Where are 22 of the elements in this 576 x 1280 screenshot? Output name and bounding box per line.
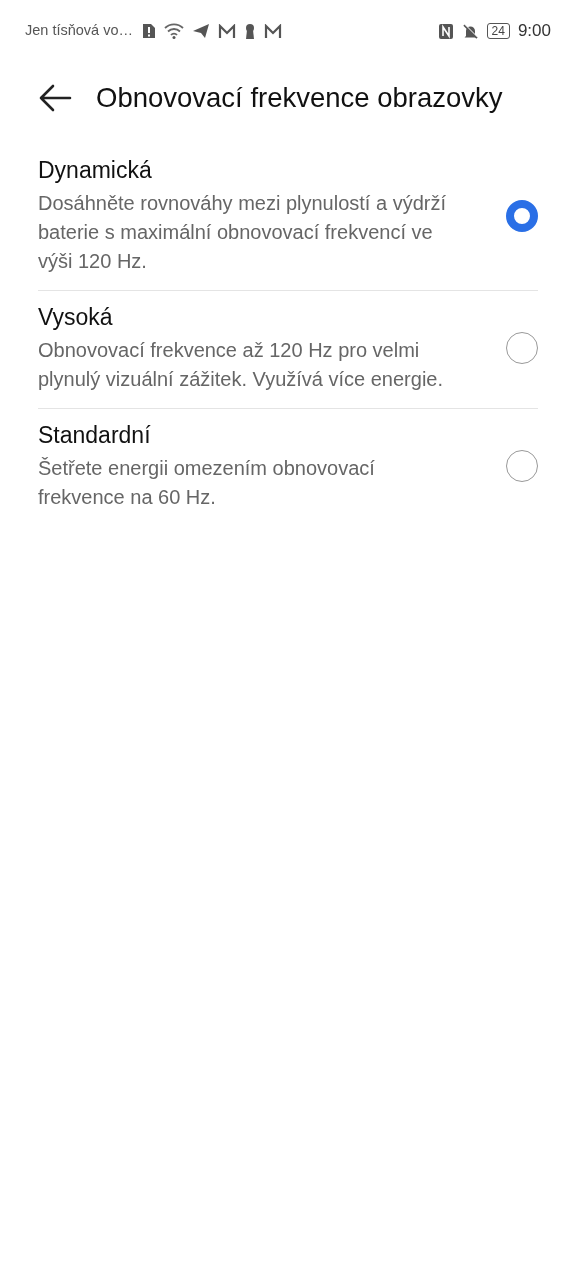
option-description: Obnovovací frekvence až 120 Hz pro velmi plynulý vizuální zážitek. Využívá více energie.	[38, 337, 444, 392]
radio-button[interactable]	[506, 450, 538, 483]
alert-icon	[141, 23, 156, 39]
option-title: Standardní	[38, 420, 152, 450]
keyhole-icon	[244, 23, 256, 39]
clock-time: 9:00	[517, 20, 551, 43]
option-description: Šetřete energii omezením obnovovací frekvence na 60 Hz.	[38, 455, 376, 510]
mail-icon	[264, 23, 282, 39]
carrier-text: Jen tísňová vo…	[25, 21, 133, 41]
back-icon[interactable]	[38, 84, 72, 112]
send-icon	[192, 23, 210, 39]
wifi-icon	[164, 23, 184, 39]
option-description: Dosáhněte rovnováhy mezi plynulostí a výdrží baterie s maximální obnovovací frekvencí ve výši 120 Hz.	[38, 190, 447, 274]
battery-level: 24	[486, 23, 510, 39]
screen-title: Obnovovací frekvence obrazovky	[96, 81, 503, 116]
option-title: Vysoká	[38, 302, 114, 332]
radio-button[interactable]	[506, 332, 538, 365]
mail-icon	[218, 23, 236, 39]
radio-button[interactable]	[506, 199, 538, 232]
nfc-icon	[437, 22, 454, 40]
muted-bell-icon	[461, 22, 479, 40]
option-title: Dynamická	[38, 156, 153, 185]
